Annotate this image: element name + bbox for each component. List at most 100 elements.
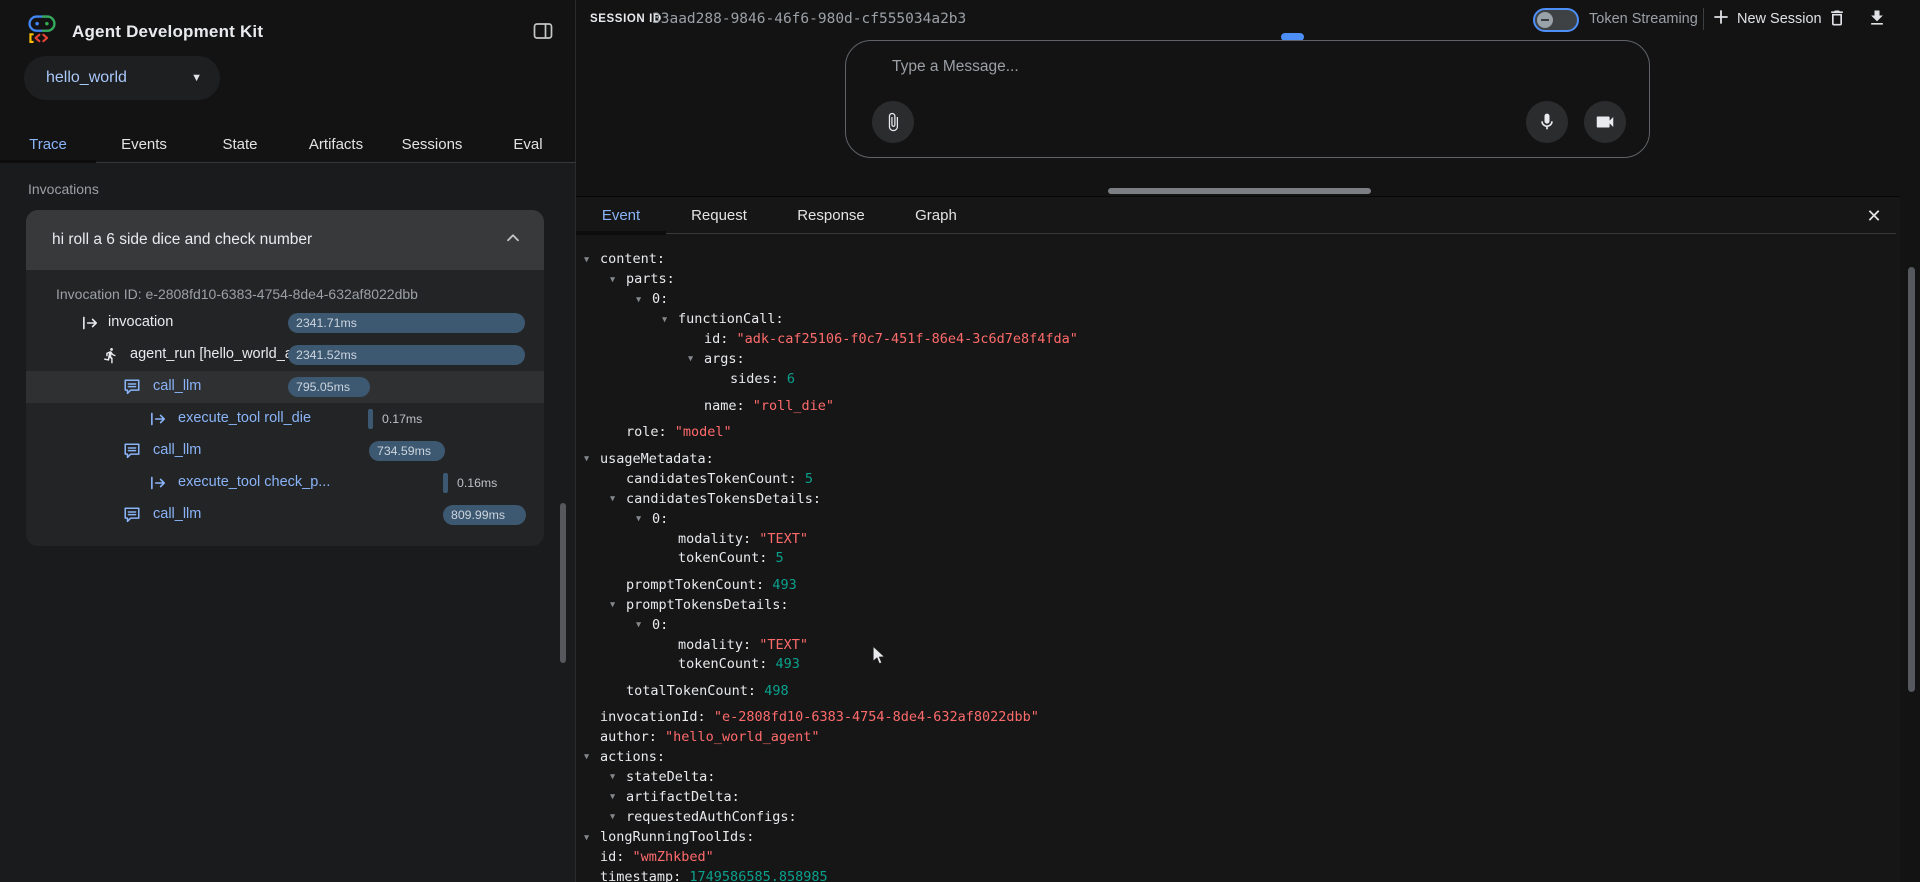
- tab-eval[interactable]: Eval: [480, 126, 576, 162]
- tab-state[interactable]: State: [192, 126, 288, 162]
- trace-span-row[interactable]: call_llm 809.99ms: [26, 499, 544, 531]
- json-line: ▼longRunningToolIds:: [584, 828, 1884, 848]
- agent-select-dropdown[interactable]: hello_world ▼: [24, 56, 220, 100]
- tab-events[interactable]: Events: [96, 126, 192, 162]
- json-line: role: "model": [584, 423, 1884, 443]
- left-panel-scrollbar[interactable]: [560, 503, 566, 663]
- mic-icon: [1537, 112, 1557, 132]
- json-collapse-icon[interactable]: ▼: [636, 510, 652, 530]
- json-line: ▼artifactDelta:: [584, 788, 1884, 808]
- close-icon[interactable]: ✕: [1860, 202, 1888, 230]
- duration-label: 0.16ms: [457, 476, 497, 490]
- trace-span-row[interactable]: execute_tool roll_die0.17ms: [26, 403, 544, 435]
- json-collapse-icon[interactable]: ▼: [584, 450, 600, 470]
- span-label: call_llm: [153, 506, 201, 522]
- delete-session-button[interactable]: [1827, 8, 1849, 30]
- json-value: 498: [764, 683, 788, 699]
- json-key: parts:: [626, 271, 675, 287]
- json-value: "model": [675, 424, 732, 440]
- duration-bar: 2341.52ms: [288, 345, 525, 365]
- json-collapse-icon[interactable]: ▼: [610, 596, 626, 616]
- json-key: candidatesTokensDetails:: [626, 491, 821, 507]
- json-key: candidatesTokenCount:: [626, 471, 797, 487]
- toolbar-divider: [1703, 8, 1704, 30]
- adk-logo-icon: [26, 13, 58, 50]
- detail-vertical-scrollbar[interactable]: [1908, 267, 1915, 692]
- chat-icon: [122, 377, 142, 397]
- span-label: invocation: [108, 314, 173, 330]
- json-collapse-icon[interactable]: ▼: [584, 829, 600, 849]
- duration-bar: 2341.71ms: [288, 313, 525, 333]
- json-key: stateDelta:: [626, 769, 715, 785]
- json-collapse-icon[interactable]: ▼: [610, 808, 626, 828]
- detail-tab-request[interactable]: Request: [666, 197, 772, 233]
- json-key: role:: [626, 424, 667, 440]
- new-session-label: New Session: [1737, 11, 1822, 27]
- tab-trace[interactable]: Trace: [0, 126, 96, 162]
- json-line: ▼content:: [584, 250, 1884, 270]
- trace-span-row[interactable]: agent_run [hello_world_agent]2341.52ms: [26, 339, 544, 371]
- duration-bar: 809.99ms: [443, 505, 526, 525]
- json-key: modality:: [678, 531, 751, 547]
- json-key: usageMetadata:: [600, 451, 714, 467]
- json-collapse-icon[interactable]: ▼: [636, 291, 652, 311]
- chevron-up-icon[interactable]: [504, 229, 522, 252]
- event-json-tree: ▼content:▼parts:▼0:▼functionCall:id: "ad…: [584, 234, 1884, 882]
- json-key: 0:: [652, 291, 668, 307]
- json-collapse-icon[interactable]: ▼: [610, 768, 626, 788]
- detail-tab-graph[interactable]: Graph: [890, 197, 982, 233]
- json-line: ▼requestedAuthConfigs:: [584, 808, 1884, 828]
- tab-artifacts[interactable]: Artifacts: [288, 126, 384, 162]
- video-button[interactable]: [1584, 101, 1626, 143]
- json-collapse-icon[interactable]: ▼: [662, 311, 678, 331]
- invocations-section: Invocations hi roll a 6 side dice and ch…: [0, 163, 575, 882]
- plus-icon: [1713, 9, 1729, 29]
- download-session-button[interactable]: [1867, 8, 1889, 30]
- trace-span-row[interactable]: call_llm795.05ms: [26, 371, 544, 403]
- json-line: name: "roll_die": [584, 397, 1884, 417]
- invocation-id-label: Invocation ID: e-2808fd10-6383-4754-8de4…: [56, 286, 418, 302]
- videocam-icon: [1594, 111, 1616, 133]
- json-collapse-icon[interactable]: ▼: [636, 616, 652, 636]
- enter-arrow-icon: [80, 313, 100, 333]
- invocation-card-header[interactable]: hi roll a 6 side dice and check number: [26, 210, 544, 270]
- duration-label: 2341.52ms: [288, 348, 357, 362]
- tab-sessions[interactable]: Sessions: [384, 126, 480, 162]
- new-session-button[interactable]: New Session: [1713, 6, 1822, 32]
- collapse-panel-icon[interactable]: [530, 18, 556, 44]
- session-id-value: 33aad288-9846-46f6-980d-cf555034a2b3: [652, 11, 966, 27]
- json-collapse-icon[interactable]: ▼: [610, 490, 626, 510]
- json-line: timestamp: 1749586585.858985: [584, 868, 1884, 882]
- detail-tab-event[interactable]: Event: [576, 197, 666, 233]
- chat-input-container: [845, 40, 1650, 158]
- json-collapse-icon[interactable]: ▼: [584, 748, 600, 768]
- agent-select-value: hello_world: [46, 69, 127, 87]
- attach-file-button[interactable]: [872, 101, 914, 143]
- json-value: "hello_world_agent": [665, 729, 819, 745]
- chat-horizontal-scrollbar[interactable]: [1108, 188, 1371, 194]
- chat-icon: [122, 505, 142, 525]
- json-value: 493: [772, 577, 796, 593]
- trace-span-row[interactable]: invocation 2341.71ms: [26, 307, 544, 339]
- json-key: tokenCount:: [678, 550, 767, 566]
- trace-span-row[interactable]: call_llm734.59ms: [26, 435, 544, 467]
- json-value: 6: [787, 371, 795, 387]
- message-input[interactable]: [892, 55, 1512, 79]
- token-streaming-toggle[interactable]: [1533, 8, 1579, 32]
- json-collapse-icon[interactable]: ▼: [610, 271, 626, 291]
- duration-bar: 795.05ms: [288, 377, 370, 397]
- json-line: promptTokenCount: 493: [584, 576, 1884, 596]
- json-value: "e-2808fd10-6383-4754-8de4-632af8022dbb": [714, 709, 1039, 725]
- microphone-button[interactable]: [1526, 101, 1568, 143]
- json-collapse-icon[interactable]: ▼: [584, 251, 600, 271]
- json-collapse-icon[interactable]: ▼: [610, 788, 626, 808]
- left-panel: Agent Development Kit hello_world ▼ Trac…: [0, 0, 576, 882]
- json-value: 1749586585.858985: [689, 869, 827, 882]
- trace-span-row[interactable]: execute_tool check_p...0.16ms: [26, 467, 544, 499]
- json-key: actions:: [600, 749, 665, 765]
- json-collapse-icon[interactable]: ▼: [688, 350, 704, 370]
- app-header: Agent Development Kit: [26, 13, 263, 50]
- detail-tab-response[interactable]: Response: [772, 197, 890, 233]
- span-label: execute_tool roll_die: [178, 410, 311, 426]
- json-key: totalTokenCount:: [626, 683, 756, 699]
